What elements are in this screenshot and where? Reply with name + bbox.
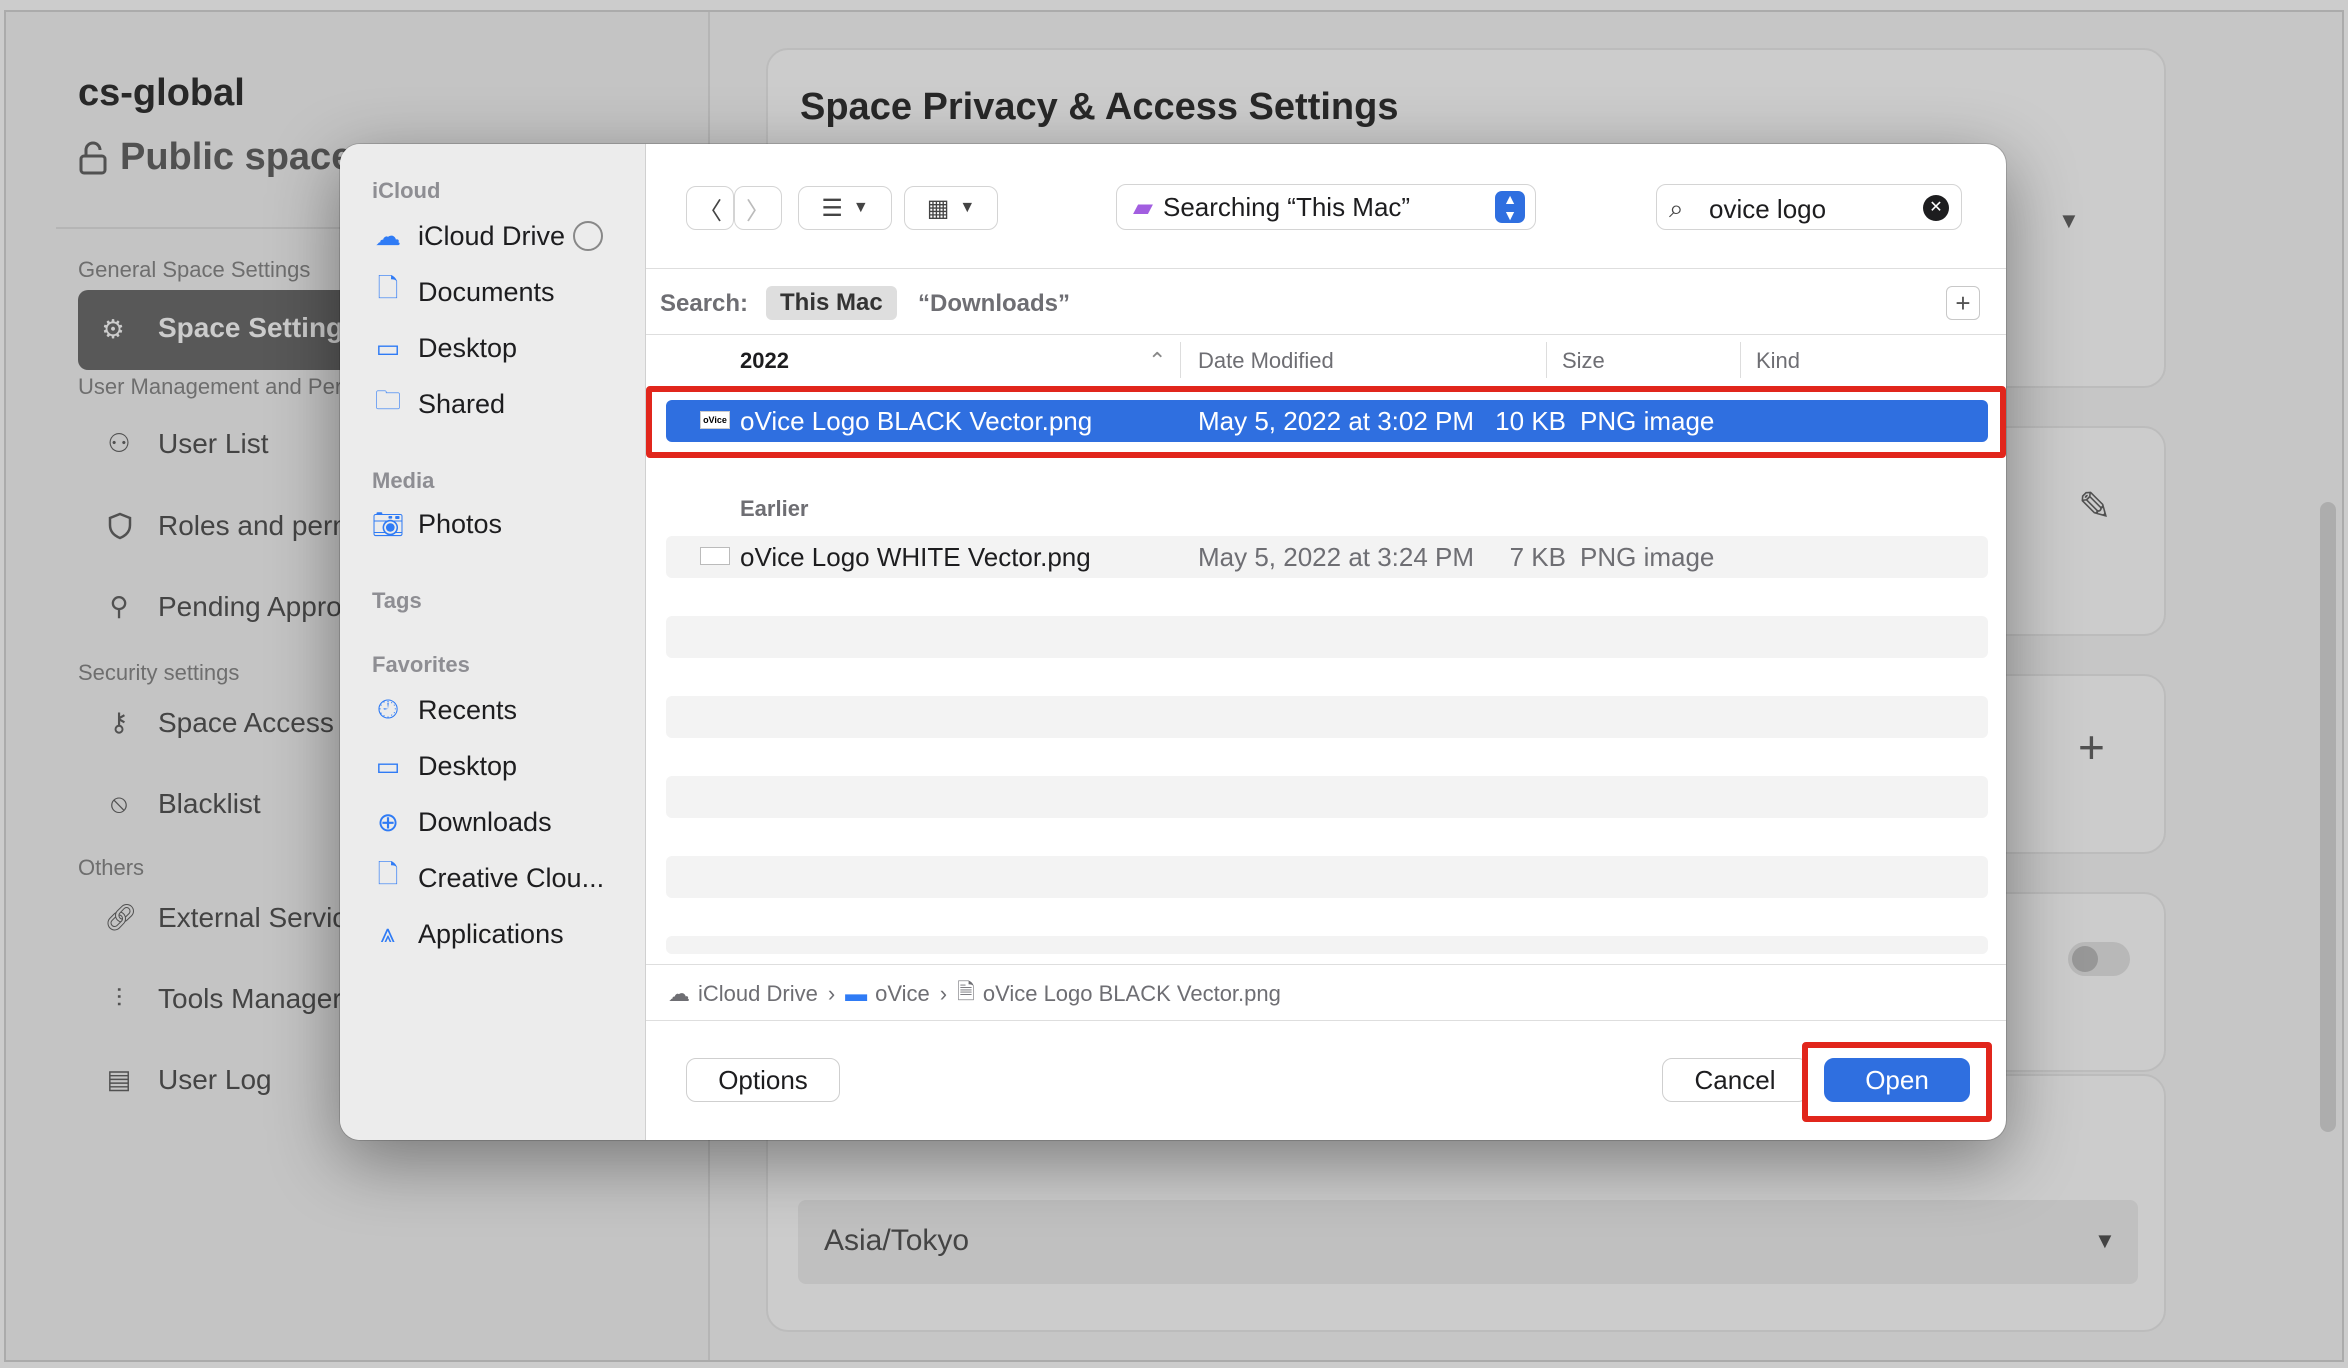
search-icon: ⌕ (1669, 193, 1684, 223)
sidebar-item-applications[interactable]: ⩓ Applications (370, 912, 564, 956)
sidebar-item-label: Recents (418, 694, 518, 725)
sidebar-item-creative-cloud[interactable]: 🗋 Creative Clou... (370, 856, 605, 900)
sidebar-item-desktop-fav[interactable]: ▭ Desktop (370, 744, 517, 788)
dialog-sidebar: iCloud ☁ iCloud Drive 🗋 Documents ▭ Desk… (340, 144, 646, 1140)
column-separator (1546, 342, 1547, 378)
sidebar-item-recents[interactable]: 🕘︎ Recents (370, 688, 517, 732)
sidebar-heading-icloud: iCloud (372, 178, 441, 203)
footer-divider (646, 1020, 2006, 1021)
scope-divider (646, 334, 2006, 335)
toolbar-divider (646, 268, 2006, 269)
pathbar-divider (646, 964, 2006, 965)
sidebar-item-documents[interactable]: 🗋 Documents (370, 270, 555, 314)
camera-icon: 📷︎ (371, 508, 405, 539)
document-icon: 🗋 (377, 859, 399, 889)
file-name: oVice Logo WHITE Vector.png (740, 542, 1091, 572)
highlight-selected-file (646, 386, 2006, 458)
sidebar-item-label: Desktop (418, 750, 518, 781)
cancel-button[interactable]: Cancel (1662, 1058, 1808, 1102)
desktop-icon: ▭ (375, 750, 401, 781)
chevron-down-icon: ▼ (852, 199, 869, 216)
sort-ascending-icon: ⌃ (1148, 348, 1167, 373)
chevron-right-icon: › (939, 981, 948, 1006)
sidebar-heading-favorites: Favorites (372, 652, 470, 677)
sidebar-item-label: iCloud Drive (418, 220, 566, 251)
search-scope-label: Search: (660, 290, 749, 317)
chevron-left-icon: 〈 (698, 197, 722, 225)
search-input[interactable]: ovice logo (1709, 194, 1826, 225)
clear-search-icon[interactable]: ✕ (1923, 195, 1949, 221)
sync-progress-icon (573, 221, 604, 251)
scope-this-mac[interactable]: This Mac (766, 286, 897, 320)
shared-folder-icon: 🗀 (374, 385, 401, 415)
sidebar-item-desktop[interactable]: ▭ Desktop (370, 326, 517, 370)
scope-downloads[interactable]: “Downloads” (918, 290, 1070, 318)
sidebar-item-shared[interactable]: 🗀 Shared (370, 382, 505, 426)
open-file-dialog: iCloud ☁ iCloud Drive 🗋 Documents ▭ Desk… (340, 144, 2006, 1140)
sidebar-item-photos[interactable]: 📷︎ Photos (370, 502, 502, 546)
highlight-open-button (1802, 1042, 1992, 1122)
group-heading-earlier: Earlier (740, 496, 809, 521)
smart-folder-icon: ▰ (1133, 191, 1153, 222)
file-row[interactable]: oVice Logo WHITE Vector.png May 5, 2022 … (666, 536, 1988, 578)
column-header-kind[interactable]: Kind (1756, 348, 1800, 374)
stepper-arrows-icon: ▲ ▼ (1495, 191, 1525, 223)
column-header-name[interactable]: 2022 (740, 348, 789, 374)
sidebar-item-label: Downloads (418, 806, 552, 837)
path-item[interactable]: oVice (875, 981, 930, 1007)
empty-row (666, 856, 1988, 898)
back-button[interactable]: 〈 (686, 186, 734, 230)
column-header-date[interactable]: Date Modified (1198, 348, 1334, 374)
cloud-icon: ☁ (668, 981, 690, 1006)
column-header-size[interactable]: Size (1562, 348, 1605, 374)
empty-row (666, 936, 1988, 954)
chevron-right-icon: 〉 (746, 197, 770, 225)
path-item[interactable]: oVice Logo BLACK Vector.png (983, 981, 1281, 1007)
sidebar-heading-tags: Tags (372, 588, 422, 613)
sidebar-item-label: Documents (418, 276, 555, 307)
png-file-icon (700, 547, 730, 565)
clock-icon: 🕘︎ (377, 694, 399, 724)
sidebar-item-label: Shared (418, 388, 506, 419)
download-icon: ⊕ (377, 806, 399, 837)
chevron-right-icon: › (827, 981, 836, 1006)
search-field[interactable]: ⌕ ovice logo ✕ (1656, 184, 1962, 230)
sidebar-item-label: Photos (418, 508, 503, 539)
empty-row (666, 776, 1988, 818)
sidebar-item-icloud-drive[interactable]: ☁ iCloud Drive (370, 214, 604, 258)
chevron-down-icon: ▼ (959, 199, 976, 216)
applications-icon: ⩓ (380, 918, 396, 948)
sidebar-heading-media: Media (372, 468, 435, 493)
document-icon: 🗋 (377, 273, 399, 303)
sidebar-item-downloads[interactable]: ⊕ Downloads (370, 800, 552, 844)
grid-icon: ▦ (926, 194, 950, 222)
view-list-button[interactable]: ☰ ▼ (798, 186, 892, 230)
forward-button[interactable]: 〉 (734, 186, 782, 230)
options-button[interactable]: Options (686, 1058, 840, 1102)
column-separator (1180, 342, 1181, 378)
add-criteria-button[interactable]: + (1946, 286, 1980, 320)
sidebar-item-label: Applications (418, 918, 564, 949)
file-kind: PNG image (1580, 542, 1715, 572)
cloud-icon: ☁ (375, 220, 401, 251)
path-bar: ☁ iCloud Drive › ▬ oVice › 🗎 oVice Logo … (668, 976, 1281, 1012)
location-label: Searching “This Mac” (1163, 191, 1411, 222)
column-separator (1740, 342, 1741, 378)
sidebar-item-label: Desktop (418, 332, 518, 363)
empty-row (666, 616, 1988, 658)
sidebar-item-label: Creative Clou... (418, 862, 605, 893)
location-popup[interactable]: ▰ Searching “This Mac” ▲ ▼ (1116, 184, 1536, 230)
folder-icon: ▬ (845, 981, 868, 1006)
plus-icon: + (1955, 288, 1971, 318)
desktop-icon: ▭ (375, 332, 401, 363)
list-icon: ☰ (821, 194, 843, 222)
png-file-icon: 🗎 (957, 979, 975, 1004)
path-item[interactable]: iCloud Drive (698, 981, 818, 1007)
group-by-button[interactable]: ▦ ▼ (904, 186, 998, 230)
file-size: 7 KB (1509, 542, 1566, 572)
empty-row (666, 696, 1988, 738)
